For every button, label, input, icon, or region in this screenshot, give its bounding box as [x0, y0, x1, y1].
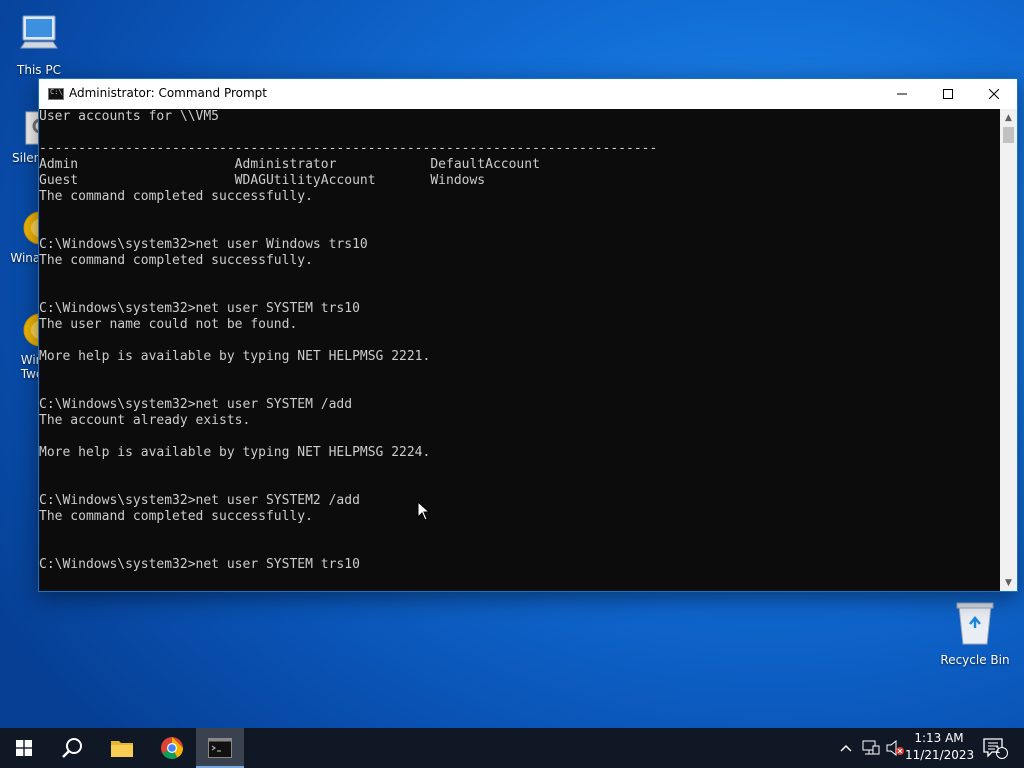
start-button[interactable]	[0, 728, 48, 768]
close-button[interactable]	[971, 79, 1017, 109]
window-titlebar[interactable]: Administrator: Command Prompt	[39, 79, 1017, 109]
volume-muted-icon	[886, 740, 904, 756]
desktop-icon-this-pc[interactable]: This PC	[2, 10, 76, 77]
scroll-up-button[interactable]: ▲	[1000, 109, 1017, 126]
command-prompt-window[interactable]: Administrator: Command Prompt User accou…	[38, 78, 1018, 592]
console-line: More help is available by typing NET HEL…	[39, 445, 431, 460]
recycle-bin-icon	[956, 602, 994, 645]
desktop-icon-label: Recycle Bin	[940, 653, 1010, 667]
console-line: ----------------------------------------…	[39, 141, 658, 156]
console-line: Admin Administrator DefaultAccount	[39, 157, 540, 172]
close-icon	[989, 89, 999, 99]
clock-date: 11/21/2023	[905, 748, 975, 762]
console-line: C:\Windows\system32>net user SYSTEM trs1…	[39, 557, 360, 572]
cmd-icon	[208, 738, 232, 758]
volume-button[interactable]	[884, 728, 906, 768]
window-title: Administrator: Command Prompt	[69, 86, 267, 100]
scroll-down-button[interactable]: ▼	[1000, 574, 1017, 591]
console-line: The command completed successfully.	[39, 509, 313, 524]
console-line: C:\Windows\system32>net user SYSTEM2 /ad…	[39, 493, 360, 508]
action-center-button[interactable]: 1	[978, 728, 1012, 768]
desktop-icon-recycle-bin[interactable]: Recycle Bin	[938, 600, 1012, 667]
console-line: More help is available by typing NET HEL…	[39, 349, 431, 364]
scrollbar-thumb[interactable]	[1003, 127, 1014, 143]
taskbar: 1:13 AM 11/21/2023 1	[0, 728, 1024, 768]
minimize-icon	[897, 93, 907, 95]
console-line: The user name could not be found.	[39, 317, 298, 332]
maximize-button[interactable]	[925, 79, 971, 109]
show-hidden-icons-button[interactable]	[836, 728, 856, 768]
windows-logo-icon	[16, 740, 32, 756]
file-explorer-button[interactable]	[98, 728, 146, 768]
cmd-icon	[48, 88, 67, 100]
folder-icon	[111, 741, 133, 757]
console-line: C:\Windows\system32>net user SYSTEM /add	[39, 397, 353, 412]
taskbar-clock[interactable]: 1:13 AM 11/21/2023	[905, 730, 975, 764]
chrome-icon	[161, 737, 183, 759]
command-prompt-taskbar-button[interactable]	[196, 728, 244, 768]
search-icon	[62, 738, 82, 758]
monitor-icon	[20, 15, 58, 49]
minimize-button[interactable]	[879, 79, 925, 109]
console-line: User accounts for \\VM5	[39, 109, 220, 124]
console-line: C:\Windows\system32>net user SYSTEM trs1…	[39, 301, 360, 316]
search-button[interactable]	[48, 728, 96, 768]
network-icon	[862, 740, 880, 755]
chevron-up-icon	[840, 744, 852, 752]
clock-time: 1:13 AM	[914, 731, 964, 745]
notification-count: 1	[995, 746, 1001, 756]
console-output[interactable]: User accounts for \\VM5 -----------------…	[39, 109, 1000, 591]
console-line: The account already exists.	[39, 413, 251, 428]
console-line: Guest WDAGUtilityAccount Windows	[39, 173, 486, 188]
network-button[interactable]	[860, 728, 882, 768]
desktop-icon-label: This PC	[17, 63, 61, 77]
console-text: User accounts for \\VM5 -----------------…	[39, 109, 1000, 573]
console-line: The command completed successfully.	[39, 189, 313, 204]
vertical-scrollbar[interactable]: ▲ ▼	[1000, 109, 1017, 591]
console-line: C:\Windows\system32>net user Windows trs…	[39, 237, 368, 252]
console-line: The command completed successfully.	[39, 253, 313, 268]
chrome-button[interactable]	[148, 728, 196, 768]
mouse-pointer-icon	[417, 501, 431, 521]
maximize-icon	[943, 89, 953, 99]
